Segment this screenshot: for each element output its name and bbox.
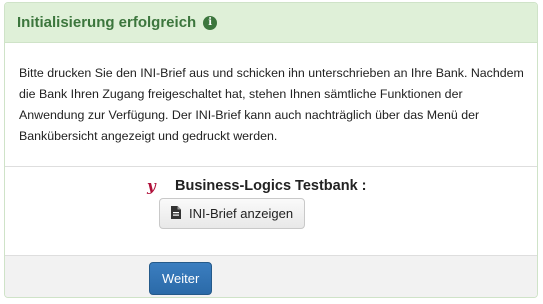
panel-header: Initialisierung erfolgreich i <box>5 3 537 43</box>
bank-name: Business-Logics Testbank : <box>175 178 367 194</box>
initialization-panel: Initialisierung erfolgreich i Bitte druc… <box>4 2 538 298</box>
bank-row: y Business-Logics Testbank : <box>147 177 367 195</box>
bank-section: y Business-Logics Testbank : INI-Brief a… <box>5 167 537 255</box>
panel-footer: Weiter <box>5 255 537 297</box>
show-ini-letter-button[interactable]: INI-Brief anzeigen <box>159 198 306 229</box>
show-ini-letter-label: INI-Brief anzeigen <box>189 206 294 221</box>
panel-body: Bitte drucken Sie den INI-Brief aus und … <box>5 43 537 167</box>
info-circle-icon: i <box>203 15 218 30</box>
file-icon <box>171 205 181 222</box>
bank-logo: y <box>147 177 156 195</box>
next-button[interactable]: Weiter <box>149 262 213 295</box>
instruction-message: Bitte drucken Sie den INI-Brief aus und … <box>19 66 524 143</box>
panel-title: Initialisierung erfolgreich <box>17 14 197 31</box>
